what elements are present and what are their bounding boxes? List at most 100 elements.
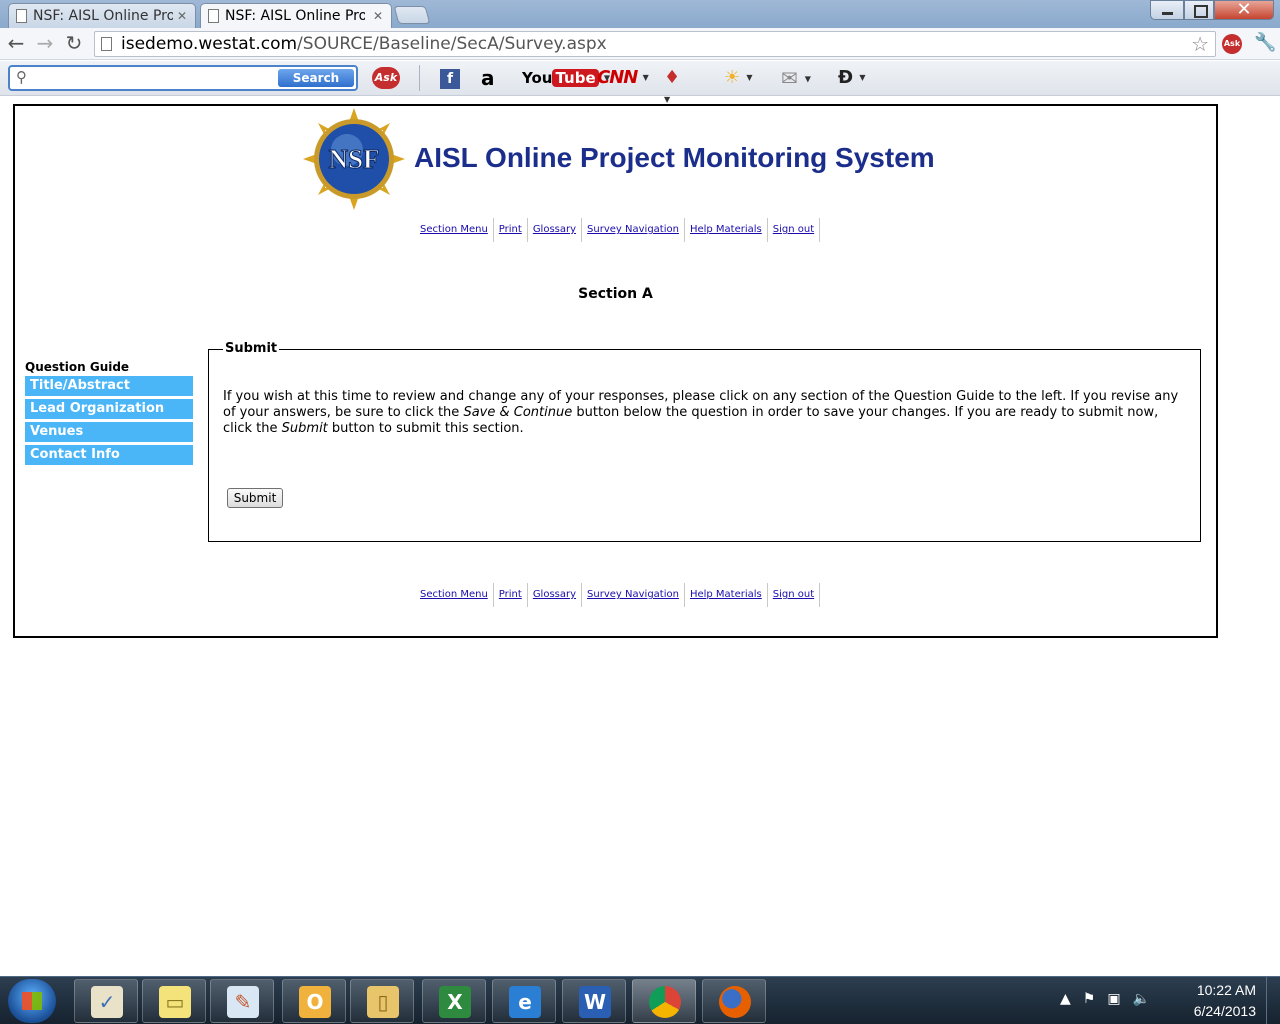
taskbar-app-outlook[interactable]: O [282,979,346,1023]
nav-link-help-materials[interactable]: Help Materials [685,218,768,242]
start-button[interactable] [8,979,56,1023]
envelope-icon: ✉ [781,66,798,90]
nav-link-help-materials[interactable]: Help Materials [685,583,768,607]
weather-icon[interactable]: ☀ ▼ [724,67,753,89]
chevron-up-icon[interactable]: ▲ [1060,991,1083,1007]
search-icon: ⚲ [16,68,27,86]
ask-search-box[interactable]: ⚲ Search [8,65,358,91]
chevron-down-icon[interactable]: ▼ [664,95,670,104]
page-icon [208,9,219,23]
nav-link-section-menu[interactable]: Section Menu [415,218,494,242]
word-icon: W [579,986,611,1018]
guide-item-contact-info[interactable]: Contact Info [25,445,193,465]
nav-link-survey-navigation[interactable]: Survey Navigation [582,218,685,242]
cnn-icon[interactable]: CNN ▼ [597,67,649,89]
cnn-label: CNN [597,67,638,88]
submit-button[interactable]: Submit [227,488,283,508]
outlook-icon: O [299,986,331,1018]
nav-link-print[interactable]: Print [494,583,528,607]
tab-close-icon[interactable]: ✕ [373,4,383,28]
sticky-notes-icon: ▭ [159,986,191,1018]
browser-title-bar: NSF: AISL Online Proj ✕ NSF: AISL Online… [0,0,1280,29]
nav-link-section-menu[interactable]: Section Menu [415,583,494,607]
chevron-down-icon[interactable]: ▼ [805,75,811,84]
section-heading: Section A [578,286,653,302]
submit-term: Submit [281,421,328,436]
browser-tab-2[interactable]: NSF: AISL Online Proj ✕ [200,3,392,29]
guide-item-lead-organization[interactable]: Lead Organization [25,399,193,419]
youtube-tube: Tube [552,69,599,87]
youtube-you: You [522,69,553,87]
close-window-button[interactable]: ✕ [1214,0,1274,20]
minimize-button[interactable] [1150,0,1184,20]
tab-close-icon[interactable]: ✕ [177,4,187,28]
taskbar-app-explorer[interactable]: ▯ [350,979,414,1023]
taskbar-app-excel[interactable]: X [422,979,486,1023]
taskbar-app-paint[interactable]: ✎ [210,979,274,1023]
nav-link-glossary[interactable]: Glossary [528,218,583,242]
dice-icon: ♦ [664,67,681,88]
ask-extension-icon[interactable]: Ask [1222,34,1242,54]
nav-link-sign-out[interactable]: Sign out [768,583,821,607]
site-title: AISL Online Project Monitoring System [414,142,935,173]
back-button[interactable]: ← [4,32,28,56]
show-desktop-button[interactable] [1266,977,1280,1024]
question-guide-title: Question Guide [25,360,130,374]
taskbar-app-internet-explorer[interactable]: e [492,979,556,1023]
nav-link-print[interactable]: Print [494,218,528,242]
submit-instructions: If you wish at this time to review and c… [223,389,1185,437]
dictionary-glyph-icon: Ð [838,67,854,88]
tray-icons: ▲⚑▣🔈 [1060,991,1162,1007]
taskbar-app-firefox[interactable] [702,979,766,1023]
facebook-icon[interactable]: f [440,69,460,89]
submit-legend: Submit [223,341,280,356]
nsf-logo: NSF [303,108,405,210]
taskbar-app-chrome[interactable] [632,979,696,1023]
folder-icon: ▯ [367,986,399,1018]
mail-icon[interactable]: ✉ ▼ [781,67,811,89]
new-tab-button[interactable] [393,6,431,24]
taskbar-app-sticky-notes[interactable]: ▭ [142,979,206,1023]
chevron-down-icon[interactable]: ▼ [859,73,865,82]
nav-link-survey-navigation[interactable]: Survey Navigation [582,583,685,607]
flag-icon[interactable]: ⚑ [1083,991,1108,1007]
nav-link-sign-out[interactable]: Sign out [768,218,821,242]
chevron-down-icon[interactable]: ▼ [643,73,649,82]
maximize-button[interactable] [1184,0,1214,20]
tab-title: NSF: AISL Online Proj [225,8,365,24]
ask-logo-icon[interactable]: Ask [372,67,400,89]
submit-fieldset: Submit If you wish at this time to revie… [208,341,1201,542]
sun-icon: ☀ [724,67,741,88]
speaker-icon[interactable]: 🔈 [1133,991,1162,1007]
windows-taskbar: ✓ ▭ ✎ O ▯ X e W ▲⚑▣🔈 10:22 AM 6/24/2013 [0,976,1280,1024]
chevron-down-icon[interactable]: ▼ [746,73,752,82]
browser-tab-1[interactable]: NSF: AISL Online Proj ✕ [8,3,196,28]
taskbar-app-word[interactable]: W [562,979,626,1023]
url-host: isedemo.westat.com [121,34,298,54]
guide-item-venues[interactable]: Venues [25,422,193,442]
ask-search-button[interactable]: Search [278,69,354,87]
amazon-icon[interactable]: a [481,67,495,89]
address-bar[interactable]: isedemo.westat.com/SOURCE/Baseline/SecA/… [94,31,1216,57]
clipboard-icon: ✓ [91,986,123,1018]
nav-link-glossary[interactable]: Glossary [528,583,583,607]
guide-item-title-abstract[interactable]: Title/Abstract [25,376,193,396]
internet-explorer-icon: e [509,986,541,1018]
dictionary-icon[interactable]: Ð ▼ [838,67,866,89]
nav-links-top: Section Menu Print Glossary Survey Navig… [415,218,825,242]
games-icon[interactable]: ♦ ▼ [664,67,692,104]
question-guide: Question Guide Title/Abstract Lead Organ… [25,360,195,468]
forward-button[interactable]: → [33,32,57,56]
taskbar-app-tasks[interactable]: ✓ [74,979,138,1023]
network-icon[interactable]: ▣ [1107,991,1132,1007]
url-text[interactable]: isedemo.westat.com/SOURCE/Baseline/SecA/… [121,34,607,54]
clock-date[interactable]: 6/24/2013 [1194,1003,1256,1019]
reload-button[interactable]: ↻ [62,32,86,56]
save-continue-term: Save & Continue [463,405,573,420]
ask-toolbar: ⚲ Search Ask f a You Tube ▼ CNN ▼ ♦ ▼ ☀ ▼… [0,61,1280,104]
excel-icon: X [439,986,471,1018]
tab-title: NSF: AISL Online Proj [33,8,173,24]
wrench-menu-icon[interactable]: 🔧 [1254,32,1276,53]
clock-time[interactable]: 10:22 AM [1197,982,1256,998]
bookmark-star-icon[interactable]: ☆ [1191,32,1209,56]
